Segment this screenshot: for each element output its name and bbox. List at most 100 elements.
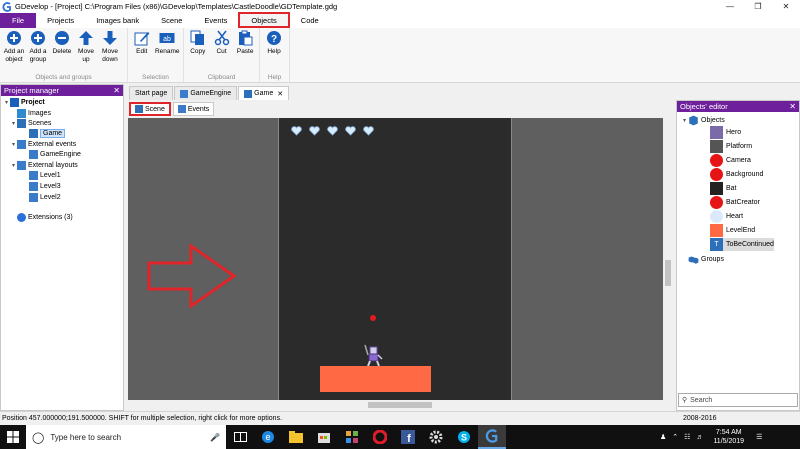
object-item-background[interactable]: Background [710, 168, 763, 181]
scene-editor-canvas[interactable] [128, 118, 663, 400]
rename-icon: ab [159, 30, 175, 46]
add-object-button[interactable]: Add an object [2, 28, 26, 73]
chevron-up-icon[interactable]: ⌃ [672, 433, 678, 441]
app-grid-icon[interactable] [338, 425, 366, 449]
status-bar: Position 457.000000;191.500000. SHIFT fo… [0, 411, 800, 425]
tree-node-external-events[interactable]: ▾ External events [10, 139, 76, 149]
tree-node-scenes[interactable]: ▾ Scenes [10, 118, 51, 128]
object-item-batcreator[interactable]: BatCreator [710, 196, 760, 209]
heart-icon [309, 126, 320, 136]
scene-icon [135, 105, 143, 113]
collapse-toggle-icon[interactable]: ▾ [10, 141, 17, 148]
tree-node-extensions[interactable]: Extensions (3) [17, 212, 73, 222]
paste-button[interactable]: Paste [233, 28, 257, 73]
people-icon[interactable]: ♟ [660, 433, 666, 441]
tree-node-objects[interactable]: ▾ Objects [681, 115, 725, 125]
task-view-icon[interactable] [226, 425, 254, 449]
collapse-toggle-icon[interactable]: ▾ [3, 99, 10, 106]
panel-title: Project manager ✕ [1, 85, 123, 96]
object-item-levelend[interactable]: LevelEnd [710, 224, 755, 237]
heart-icon [345, 126, 356, 136]
restore-button[interactable]: ❐ [744, 0, 772, 13]
object-item-hero[interactable]: Hero [710, 126, 741, 139]
help-button[interactable]: ? Help [262, 28, 286, 73]
volume-icon[interactable]: ♬ [696, 434, 703, 441]
plus-circle-icon [30, 30, 46, 46]
tab-projects[interactable]: Projects [36, 13, 85, 28]
skype-icon[interactable]: S [450, 425, 478, 449]
tree-node-level3[interactable]: Level3 [29, 181, 61, 191]
tab-code[interactable]: Code [290, 13, 330, 28]
add-group-button[interactable]: Add a group [26, 28, 50, 73]
tab-images-bank[interactable]: Images bank [85, 13, 150, 28]
tree-node-level1[interactable]: Level1 [29, 170, 61, 180]
project-manager-panel: Project manager ✕ ▾ Project Images ▾ Scen… [0, 84, 124, 411]
move-up-button[interactable]: Move up [74, 28, 98, 73]
scene-subtabs: Scene Events [129, 102, 216, 116]
close-tab-icon[interactable]: ✕ [277, 90, 283, 98]
subtab-scene[interactable]: Scene [129, 102, 171, 116]
object-item-platform[interactable]: Platform [710, 140, 752, 153]
paste-icon [237, 30, 253, 46]
tab-objects[interactable]: Objects [238, 12, 290, 28]
rename-button[interactable]: ab Rename [154, 28, 181, 73]
hero-sprite[interactable] [362, 343, 384, 367]
file-explorer-icon[interactable] [282, 425, 310, 449]
scrollbar-thumb[interactable] [665, 260, 671, 286]
tree-node-project[interactable]: ▾ Project [3, 97, 45, 107]
gdevelop-taskbar-icon[interactable] [478, 425, 506, 449]
notifications-icon[interactable]: ☰ [756, 433, 762, 441]
opera-icon[interactable] [366, 425, 394, 449]
close-icon[interactable]: ✕ [789, 102, 796, 111]
tree-node-images[interactable]: Images [17, 108, 51, 118]
start-button[interactable] [0, 425, 26, 449]
delete-button[interactable]: Delete [50, 28, 74, 73]
move-down-button[interactable]: Move down [98, 28, 122, 73]
hearts-row [291, 126, 374, 136]
tree-node-game[interactable]: Game [29, 128, 66, 138]
object-item-tobecontinued[interactable]: T ToBeContinued [710, 238, 774, 251]
object-item-heart[interactable]: Heart [710, 210, 743, 223]
collapse-toggle-icon[interactable]: ▾ [681, 117, 688, 124]
facebook-icon[interactable]: f [394, 425, 422, 449]
doc-tab-start-page[interactable]: Start page [129, 86, 174, 100]
tab-scene[interactable]: Scene [150, 13, 193, 28]
events-icon [180, 89, 189, 98]
horizontal-scrollbar[interactable] [128, 400, 663, 410]
scissors-icon [214, 30, 230, 46]
tab-file[interactable]: File [0, 13, 37, 28]
copy-button[interactable]: Copy [186, 28, 210, 73]
search-input[interactable]: ⚲ Search [678, 393, 798, 407]
close-icon[interactable]: ✕ [113, 86, 120, 95]
platform-object[interactable] [320, 366, 431, 392]
subtab-events[interactable]: Events [172, 102, 215, 116]
settings-gear-icon[interactable] [422, 425, 450, 449]
cut-button[interactable]: Cut [210, 28, 234, 73]
network-icon[interactable]: ☷ [684, 433, 690, 441]
tree-node-gameengine[interactable]: GameEngine [29, 149, 81, 159]
object-item-camera[interactable]: Camera [710, 154, 751, 167]
collapse-toggle-icon[interactable]: ▾ [10, 162, 17, 169]
taskbar-search[interactable]: ◯ Type here to search 🎤 [26, 425, 226, 449]
tree-node-groups[interactable]: Groups [688, 254, 724, 264]
store-icon[interactable] [310, 425, 338, 449]
doc-tab-game[interactable]: Game ✕ [238, 86, 290, 100]
tree-node-external-layouts[interactable]: ▾ External layouts [10, 160, 78, 170]
scrollbar-thumb[interactable] [368, 402, 432, 408]
layout-icon [29, 192, 38, 202]
camera-object[interactable] [370, 315, 376, 321]
extensions-icon [17, 212, 26, 222]
collapse-toggle-icon[interactable]: ▾ [10, 120, 17, 127]
edge-browser-icon[interactable]: e [254, 425, 282, 449]
close-button[interactable]: ✕ [772, 0, 800, 13]
tab-events[interactable]: Events [193, 13, 238, 28]
vertical-scrollbar[interactable] [663, 118, 673, 400]
game-viewport[interactable] [278, 118, 512, 400]
edit-button[interactable]: Edit [130, 28, 154, 73]
minimize-button[interactable]: — [716, 0, 744, 13]
doc-tab-gameengine[interactable]: GameEngine [174, 86, 238, 100]
object-item-bat[interactable]: Bat [710, 182, 737, 195]
microphone-icon[interactable]: 🎤 [210, 433, 220, 442]
clock[interactable]: 7:54 AM 11/5/2019 [713, 428, 744, 446]
tree-node-level2[interactable]: Level2 [29, 192, 61, 202]
